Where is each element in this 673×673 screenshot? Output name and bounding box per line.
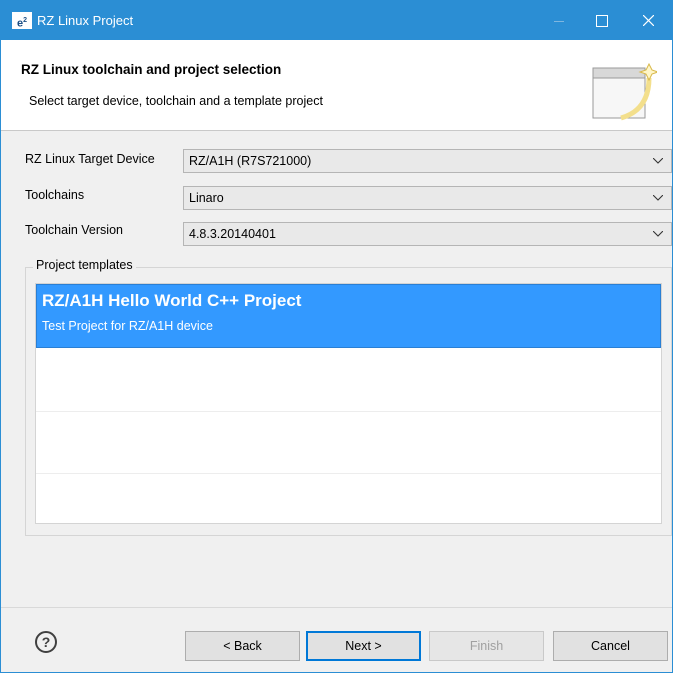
help-button[interactable]: ? xyxy=(35,631,57,653)
wizard-banner-icon xyxy=(592,62,657,121)
cancel-button[interactable]: Cancel xyxy=(553,631,668,661)
dialog-window: e2 RZ Linux Project RZ Linux toolchain a… xyxy=(0,0,673,673)
toolchains-select[interactable]: Linaro xyxy=(183,186,672,210)
next-button[interactable]: Next > xyxy=(306,631,421,661)
chevron-down-icon xyxy=(653,195,663,201)
list-item-empty xyxy=(36,410,661,474)
page-subtitle: Select target device, toolchain and a te… xyxy=(29,94,323,108)
toolchain-version-value: 4.8.3.20140401 xyxy=(189,227,276,241)
minimize-button[interactable] xyxy=(536,1,582,40)
template-title: RZ/A1H Hello World C++ Project xyxy=(42,291,302,310)
toolchains-label: Toolchains xyxy=(25,188,85,202)
title-bar[interactable]: e2 RZ Linux Project xyxy=(1,1,672,40)
project-templates-label: Project templates xyxy=(33,258,136,272)
finish-button[interactable]: Finish xyxy=(429,631,544,661)
footer-divider xyxy=(1,607,672,608)
back-button[interactable]: < Back xyxy=(185,631,300,661)
chevron-down-icon xyxy=(653,158,663,164)
toolchain-version-select[interactable]: 4.8.3.20140401 xyxy=(183,222,672,246)
toolchain-version-label: Toolchain Version xyxy=(25,223,123,237)
close-icon xyxy=(643,15,654,26)
target-device-value: RZ/A1H (R7S721000) xyxy=(189,154,312,168)
wizard-header: RZ Linux toolchain and project selection… xyxy=(1,40,672,131)
maximize-button[interactable] xyxy=(579,1,625,40)
template-list[interactable]: RZ/A1H Hello World C++ Project Test Proj… xyxy=(35,283,662,524)
toolchains-value: Linaro xyxy=(189,191,224,205)
target-device-label: RZ Linux Target Device xyxy=(25,152,155,166)
page-title: RZ Linux toolchain and project selection xyxy=(21,62,282,77)
template-description: Test Project for RZ/A1H device xyxy=(42,319,213,333)
close-button[interactable] xyxy=(625,1,671,40)
list-item[interactable]: RZ/A1H Hello World C++ Project Test Proj… xyxy=(36,284,661,348)
chevron-down-icon xyxy=(653,231,663,237)
window-title: RZ Linux Project xyxy=(37,13,134,28)
app-logo-icon: e2 xyxy=(12,12,32,30)
target-device-select[interactable]: RZ/A1H (R7S721000) xyxy=(183,149,672,173)
list-item-empty xyxy=(36,348,661,412)
